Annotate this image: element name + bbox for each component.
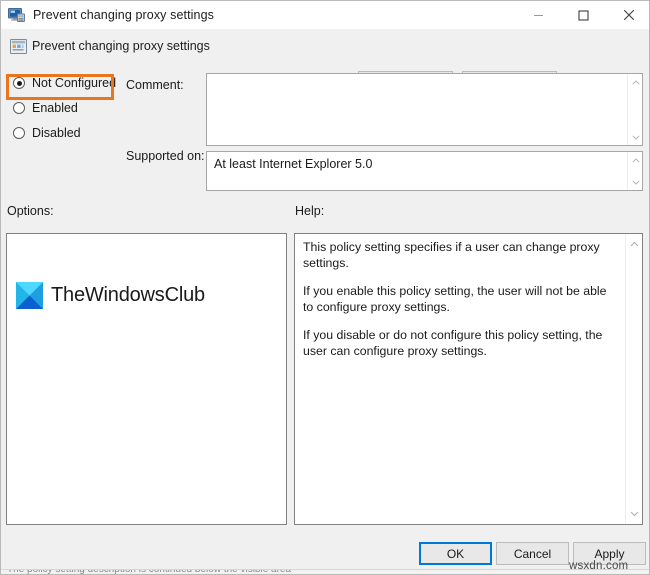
- watermark: TheWindowsClub: [16, 282, 205, 309]
- comment-input[interactable]: [206, 73, 643, 146]
- watermark-text: TheWindowsClub: [51, 284, 205, 306]
- comment-label: Comment:: [126, 78, 184, 92]
- chevron-up-icon[interactable]: [628, 75, 643, 89]
- help-scrollbar[interactable]: [625, 234, 642, 524]
- windowsclub-x-logo-icon: [16, 282, 43, 309]
- close-icon[interactable]: [606, 1, 649, 29]
- comment-scrollbar[interactable]: [627, 74, 642, 145]
- radio-not-configured-label: Not Configured: [32, 76, 117, 90]
- chevron-down-icon[interactable]: [628, 130, 643, 144]
- minimize-icon[interactable]: [516, 1, 561, 29]
- help-paragraph-2: If you enable this policy setting, the u…: [303, 284, 607, 314]
- clipped-bottom-text: The policy setting description is contin…: [7, 569, 292, 575]
- supported-on-label: Supported on:: [126, 149, 205, 163]
- help-label: Help:: [295, 204, 325, 218]
- group-policy-setting-dialog: Prevent changing proxy settings Prevent …: [0, 0, 650, 575]
- options-label: Options:: [7, 204, 54, 218]
- chevron-up-icon[interactable]: [628, 153, 643, 167]
- supported-on-value: At least Internet Explorer 5.0: [214, 157, 373, 171]
- radio-disabled-indicator[interactable]: [13, 127, 25, 139]
- radio-enabled-indicator[interactable]: [13, 102, 25, 114]
- radio-disabled[interactable]: Disabled: [7, 123, 119, 143]
- policy-state-radio-group: Not Configured Enabled Disabled: [7, 73, 119, 148]
- title-bar: Prevent changing proxy settings: [1, 1, 649, 29]
- setting-header: Prevent changing proxy settings Previous…: [1, 29, 649, 93]
- clipped-bottom-strip: The policy setting description is contin…: [1, 569, 649, 575]
- chevron-down-icon[interactable]: [626, 506, 643, 522]
- radio-not-configured-indicator[interactable]: [13, 77, 25, 89]
- maximize-icon[interactable]: [561, 1, 606, 29]
- cancel-button[interactable]: Cancel: [496, 542, 569, 565]
- setting-title: Prevent changing proxy settings: [32, 39, 210, 53]
- policy-setting-icon: [10, 38, 27, 55]
- help-panel: This policy setting specifies if a user …: [294, 233, 643, 525]
- radio-enabled[interactable]: Enabled: [7, 98, 119, 118]
- radio-not-configured[interactable]: Not Configured: [7, 73, 119, 93]
- ok-button[interactable]: OK: [419, 542, 492, 565]
- radio-disabled-label: Disabled: [32, 126, 81, 140]
- help-paragraph-3: If you disable or do not configure this …: [303, 328, 603, 358]
- chevron-down-icon[interactable]: [628, 175, 643, 189]
- supported-on-field: At least Internet Explorer 5.0: [206, 151, 643, 191]
- help-text: This policy setting specifies if a user …: [303, 240, 615, 359]
- options-panel: TheWindowsClub: [6, 233, 287, 525]
- help-paragraph-1: This policy setting specifies if a user …: [303, 240, 600, 270]
- window-title: Prevent changing proxy settings: [33, 8, 214, 22]
- chevron-up-icon[interactable]: [626, 236, 643, 252]
- monitor-policy-icon: [8, 7, 25, 23]
- window-caption-buttons: [516, 1, 649, 29]
- radio-enabled-label: Enabled: [32, 101, 78, 115]
- supported-on-scrollbar[interactable]: [627, 152, 642, 190]
